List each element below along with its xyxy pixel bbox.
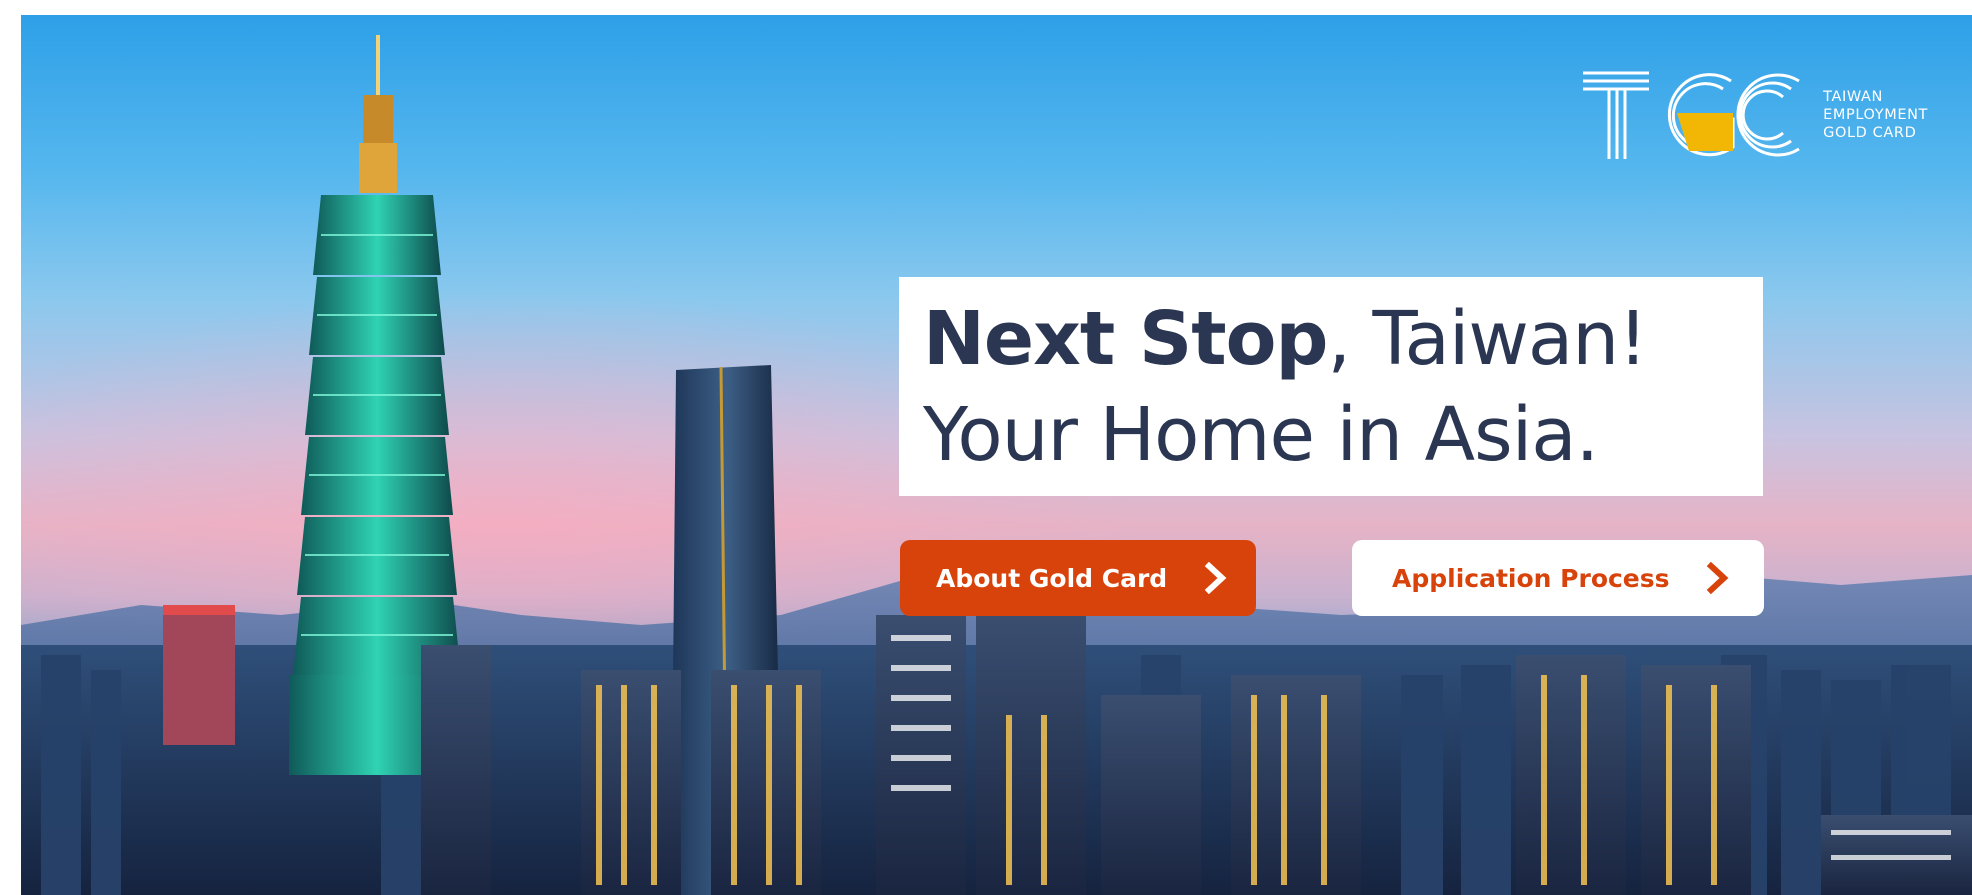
about-gold-card-button[interactable]: About Gold Card [900, 540, 1256, 616]
logo-wordmark: TAIWAN EMPLOYMENT GOLD CARD [1823, 88, 1928, 142]
headline-line-1: Next Stop, Taiwan! [923, 291, 1763, 387]
chevron-right-icon [1706, 562, 1730, 594]
logo-line-employment: EMPLOYMENT [1823, 107, 1928, 123]
logo-line-taiwan: TAIWAN [1823, 89, 1883, 105]
headline-line-1-rest: , Taiwan! [1327, 295, 1647, 382]
application-process-label: Application Process [1392, 563, 1670, 593]
headline-line-2: Your Home in Asia. [923, 391, 1599, 478]
headline-card: Next Stop, Taiwan! Your Home in Asia. [899, 277, 1763, 496]
application-process-button[interactable]: Application Process [1352, 540, 1764, 616]
logo-line-gold-card: GOLD CARD [1823, 125, 1917, 141]
headline-bold-text: Next Stop [923, 295, 1328, 382]
hero-banner: TAIWAN EMPLOYMENT GOLD CARD Next Stop, T… [21, 15, 1972, 895]
chevron-right-icon [1204, 562, 1228, 594]
tgc-logo-mark-icon [1583, 71, 1800, 159]
tgc-logo[interactable]: TAIWAN EMPLOYMENT GOLD CARD [1581, 67, 1928, 163]
about-gold-card-label: About Gold Card [936, 563, 1168, 593]
